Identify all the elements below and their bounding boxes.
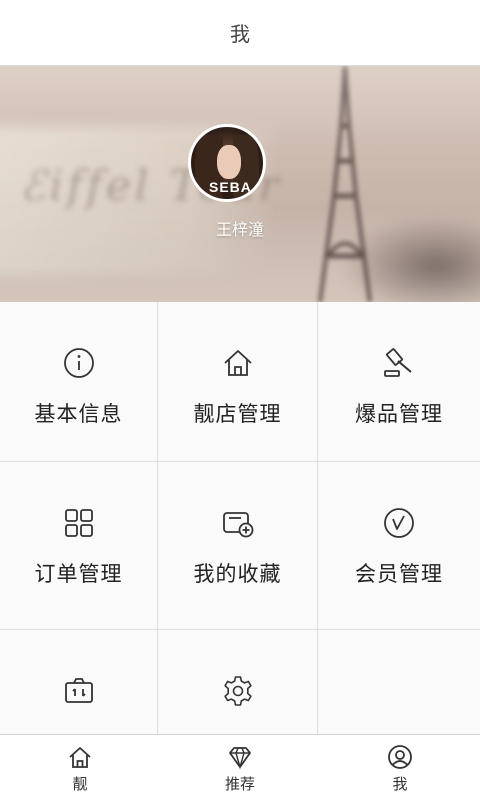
tab-label: 我 xyxy=(392,775,408,793)
menu-item-label: 爆品管理 xyxy=(355,402,443,426)
menu-item-label: 我的收藏 xyxy=(193,562,282,586)
menu-item-store-management[interactable]: 靓店管理 xyxy=(158,302,318,462)
check-circle-icon xyxy=(384,508,414,538)
bottom-tab-bar: 靓 推荐 我 xyxy=(0,734,480,800)
tab-me[interactable]: 我 xyxy=(320,735,480,800)
avatar-face xyxy=(217,145,241,179)
menu-grid: 基本信息 靓店管理 爆品管理 订单管理 我的收藏 会员管理 xyxy=(0,302,480,734)
top-nav-bar: 我 xyxy=(0,0,480,66)
menu-item-favorites[interactable]: 我的收藏 xyxy=(158,462,318,630)
page-title: 我 xyxy=(230,22,250,46)
tab-label: 推荐 xyxy=(224,775,255,793)
grid-icon xyxy=(64,509,93,537)
gear-icon xyxy=(223,676,252,706)
menu-item-camera[interactable] xyxy=(0,630,158,734)
camera-switch-icon xyxy=(64,678,93,703)
diamond-icon xyxy=(229,747,251,770)
avatar-logo-text: SEBA xyxy=(209,179,252,195)
user-icon xyxy=(388,745,412,769)
menu-item-hot-products[interactable]: 爆品管理 xyxy=(318,302,480,462)
menu-item-settings[interactable] xyxy=(158,630,318,734)
menu-item-orders[interactable]: 订单管理 xyxy=(0,462,158,630)
tab-home[interactable]: 靓 xyxy=(0,735,160,800)
username: 王梓潼 xyxy=(215,220,264,239)
menu-item-empty xyxy=(318,630,480,734)
info-icon xyxy=(63,348,94,378)
menu-item-label: 订单管理 xyxy=(34,562,123,586)
avatar[interactable]: SEBA xyxy=(188,124,266,202)
menu-item-label: 靓店管理 xyxy=(193,402,282,426)
tab-label: 靓 xyxy=(72,775,88,793)
menu-item-members[interactable]: 会员管理 xyxy=(318,462,480,630)
wallet-add-icon xyxy=(222,512,253,538)
home-icon xyxy=(69,747,91,768)
menu-item-basic-info[interactable]: 基本信息 xyxy=(0,302,158,462)
profile-banner: ℰiffel Tour SEBA 王梓潼 xyxy=(0,66,480,302)
tab-recommend[interactable]: 推荐 xyxy=(160,735,320,800)
menu-item-label: 会员管理 xyxy=(355,562,443,586)
home-icon xyxy=(223,350,252,376)
gavel-icon xyxy=(384,348,412,377)
menu-item-label: 基本信息 xyxy=(34,402,123,426)
